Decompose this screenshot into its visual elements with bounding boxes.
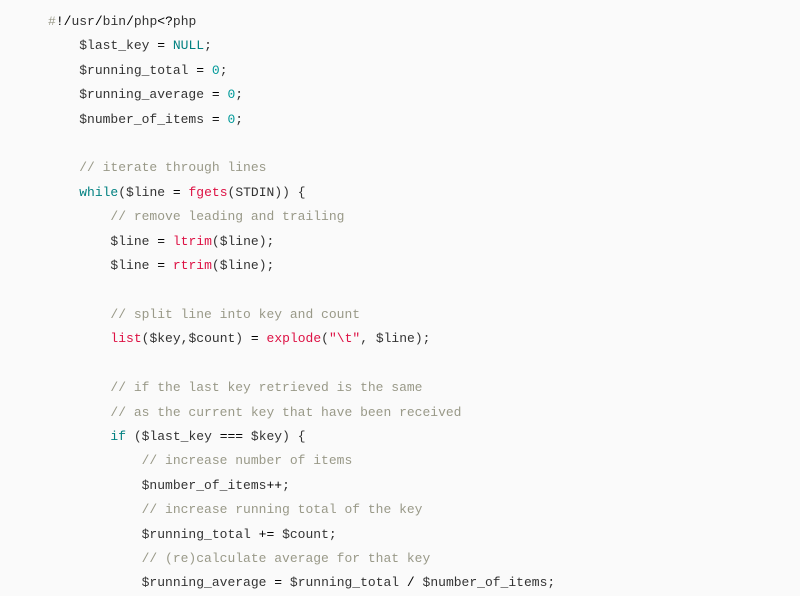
line-avg-init: $running_average = 0; [79,87,243,102]
line-shebang: #!/usr/bin/php<?php [48,14,196,29]
line-items-init: $number_of_items = 0; [79,112,243,127]
line-ltrim: $line = ltrim($line); [110,234,274,249]
line-list-explode: list($key,$count) = explode("\t", $line)… [110,331,430,346]
line-while: while($line = fgets(STDIN)) { [79,185,305,200]
comment-inc-items: // increase number of items [142,453,353,468]
comment-if-1: // if the last key retrieved is the same [110,380,422,395]
line-total-inc: $running_total += $count; [142,527,337,542]
comment-split: // split line into key and count [110,307,360,322]
comment-inc-total: // increase running total of the key [142,502,423,517]
comment-iterate: // iterate through lines [79,160,266,175]
line-rtrim: $line = rtrim($line); [110,258,274,273]
comment-remove: // remove leading and trailing [110,209,344,224]
line-items-inc: $number_of_items++; [142,478,290,493]
comment-recalc: // (re)calculate average for that key [142,551,431,566]
line-avg-calc: $running_average = $running_total / $num… [142,575,556,590]
comment-if-2: // as the current key that have been rec… [110,405,461,420]
line-if: if ($last_key === $key) { [110,429,305,444]
code-block: #!/usr/bin/php<?php $last_key = NULL; $r… [0,0,800,596]
line-total-init: $running_total = 0; [79,63,227,78]
line-lastkey-init: $last_key = NULL; [79,38,212,53]
